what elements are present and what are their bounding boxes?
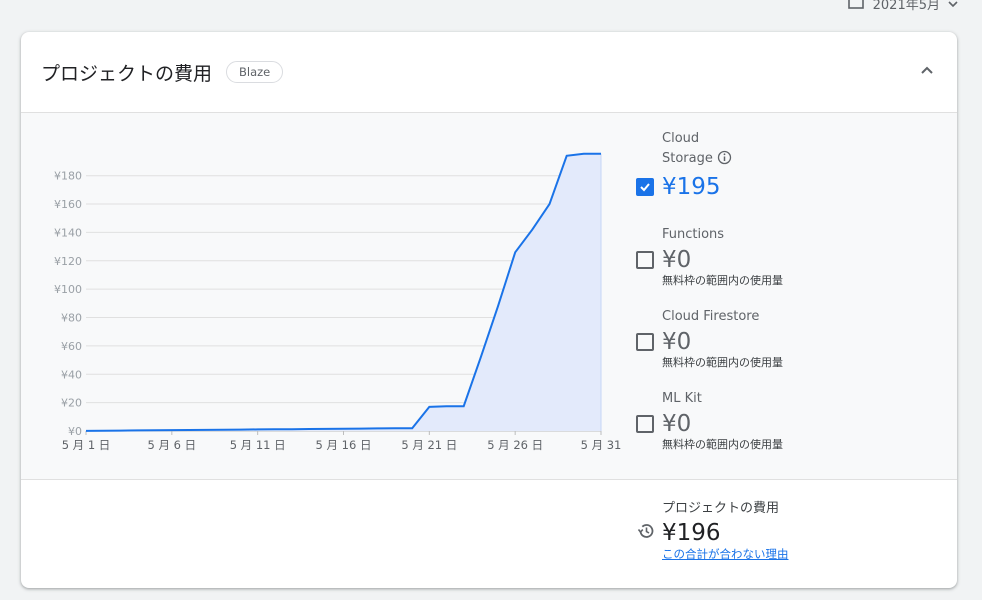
calendar-icon bbox=[847, 0, 865, 14]
project-cost-card: プロジェクトの費用 Blaze ¥0 ¥20 ¥40 ¥60 ¥80 ¥100 ¥120 ¥1… bbox=[21, 32, 957, 588]
chevron-up-icon bbox=[920, 63, 934, 82]
legend-note: 無料枠の範囲内の使用量 bbox=[662, 438, 783, 451]
x-tick-label: 5 月 16 日 bbox=[316, 438, 372, 452]
total-label: プロジェクトの費用 bbox=[662, 501, 780, 516]
history-icon bbox=[636, 521, 656, 545]
functions-checkbox[interactable] bbox=[636, 251, 654, 269]
legend-name-line2-wrap: Storage bbox=[662, 149, 936, 172]
x-tick-label: 5 月 31 bbox=[581, 438, 621, 452]
x-tick-label: 5 月 1 日 bbox=[62, 438, 111, 452]
total-row: ¥196 bbox=[636, 520, 789, 546]
legend-value: ¥0 bbox=[662, 247, 692, 273]
legend-row: ¥0 bbox=[636, 327, 936, 357]
legend-name: Cloud Firestore bbox=[662, 309, 760, 324]
legend-note: 無料枠の範囲内の使用量 bbox=[662, 356, 783, 369]
legend-item-functions: Functions ¥0 無料枠の範囲内の使用量 bbox=[636, 225, 936, 307]
legend-value: ¥0 bbox=[662, 411, 692, 437]
legend-name-line1: Cloud bbox=[662, 131, 700, 146]
collapse-button[interactable] bbox=[913, 58, 941, 86]
checkmark-icon bbox=[640, 183, 650, 192]
service-legend: Cloud Storage ¥195 Functions ¥0 無料枠の範囲内の… bbox=[636, 129, 936, 459]
legend-item-cloud-firestore: Cloud Firestore ¥0 無料枠の範囲内の使用量 bbox=[636, 307, 936, 389]
y-tick-label: ¥40 bbox=[61, 368, 82, 381]
card-body: ¥0 ¥20 ¥40 ¥60 ¥80 ¥100 ¥120 ¥140 ¥160 ¥180 5 月 1 … bbox=[21, 113, 957, 480]
date-picker[interactable]: 2021年5月 bbox=[847, 0, 958, 14]
x-tick-label: 5 月 6 日 bbox=[148, 438, 197, 452]
y-tick-label: ¥140 bbox=[54, 226, 82, 239]
x-tick-label: 5 月 21 日 bbox=[401, 438, 457, 452]
plan-badge: Blaze bbox=[226, 61, 284, 83]
topbar: 2021年5月 bbox=[847, 0, 958, 16]
info-icon[interactable] bbox=[717, 150, 732, 172]
y-tick-label: ¥20 bbox=[61, 397, 82, 410]
legend-name: ML Kit bbox=[662, 391, 702, 406]
card-title: プロジェクトの費用 bbox=[41, 62, 213, 85]
legend-row: ¥0 bbox=[636, 409, 936, 439]
legend-row: ¥195 bbox=[636, 172, 936, 202]
legend-item-cloud-storage: Cloud Storage ¥195 bbox=[636, 129, 936, 225]
legend-name: Cloud Storage bbox=[636, 129, 936, 172]
cost-chart: ¥0 ¥20 ¥40 ¥60 ¥80 ¥100 ¥120 ¥140 ¥160 ¥180 5 月 1 … bbox=[54, 152, 621, 452]
y-tick-label: ¥180 bbox=[54, 170, 82, 183]
total-value: ¥196 bbox=[662, 520, 721, 546]
card-header: プロジェクトの費用 Blaze bbox=[21, 32, 957, 113]
y-tick-label: ¥160 bbox=[54, 198, 82, 211]
ml-kit-checkbox[interactable] bbox=[636, 415, 654, 433]
legend-note: 無料枠の範囲内の使用量 bbox=[662, 274, 783, 287]
legend-row: ¥0 bbox=[636, 245, 936, 275]
y-tick-label: ¥0 bbox=[68, 425, 82, 438]
cloud-firestore-checkbox[interactable] bbox=[636, 333, 654, 351]
chevron-down-icon bbox=[948, 0, 958, 13]
y-tick-label: ¥120 bbox=[54, 255, 82, 268]
series-area bbox=[86, 153, 601, 431]
legend-value: ¥0 bbox=[662, 329, 692, 355]
legend-item-ml-kit: ML Kit ¥0 無料枠の範囲内の使用量 bbox=[636, 389, 936, 459]
date-label: 2021年5月 bbox=[872, 0, 940, 13]
legend-value: ¥195 bbox=[662, 174, 721, 200]
card-footer: プロジェクトの費用 ¥196 この合計が合わない理由 bbox=[21, 480, 957, 588]
x-tick-label: 5 月 26 日 bbox=[487, 438, 543, 452]
y-tick-label: ¥80 bbox=[61, 312, 82, 325]
total-cost: プロジェクトの費用 ¥196 この合計が合わない理由 bbox=[636, 500, 789, 562]
y-tick-label: ¥100 bbox=[54, 283, 82, 296]
why-total-differs-link[interactable]: この合計が合わない理由 bbox=[636, 546, 789, 562]
legend-name: Functions bbox=[662, 227, 725, 242]
cloud-storage-checkbox[interactable] bbox=[636, 178, 654, 196]
legend-name-line2: Storage bbox=[662, 151, 713, 166]
y-tick-label: ¥60 bbox=[61, 340, 82, 353]
x-tick-label: 5 月 11 日 bbox=[230, 438, 286, 452]
